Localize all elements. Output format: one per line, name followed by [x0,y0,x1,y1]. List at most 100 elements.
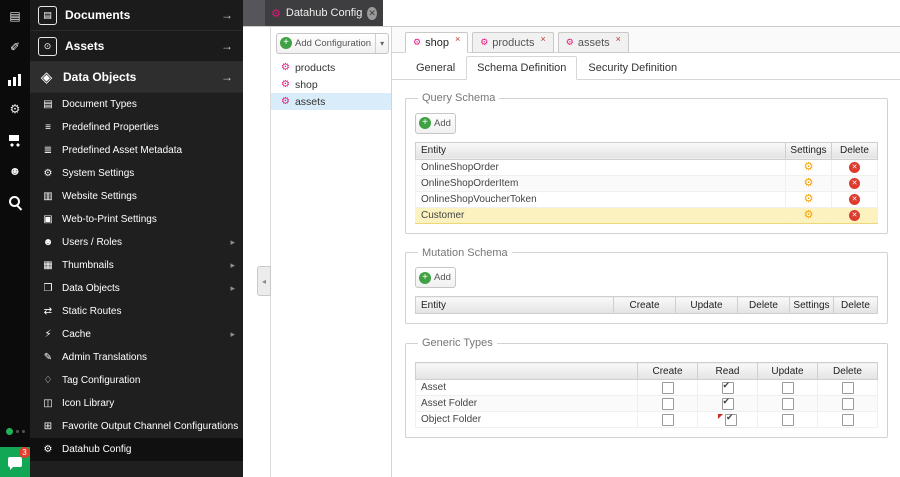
column-header-delete[interactable]: Delete [737,296,790,314]
tab-assets[interactable]: ⚙ assets × [557,32,629,53]
column-header-create[interactable]: Create [637,362,698,380]
column-header-delete[interactable]: Delete [831,141,878,160]
delete-icon[interactable]: ✕ [849,210,860,221]
delete-icon[interactable]: ✕ [849,194,860,205]
add-configuration-button[interactable]: + Add Configuration ▾ [276,32,390,54]
chat-button[interactable]: 3 [0,447,30,477]
users-roles-icon: ☻ [42,237,54,248]
subtab-general[interactable]: General [405,56,467,80]
update-checkbox[interactable] [781,413,794,426]
table-row[interactable]: Object Folder [415,411,878,428]
close-icon[interactable]: ✕ [367,6,377,20]
panel-collapse-handle[interactable]: ◂ [257,266,271,296]
sidebar-section-documents[interactable]: ▤ Documents → [30,0,243,31]
subtab-security-definition[interactable]: Security Definition [577,56,689,80]
column-header-settings[interactable]: Settings [785,141,832,160]
close-icon[interactable]: × [616,34,621,44]
table-row[interactable]: Customer ⚙ ✕ [415,206,878,224]
documents-icon[interactable]: ▤ [7,8,23,24]
sidebar-section-assets[interactable]: ⊙ Assets → [30,31,243,62]
sidebar-item-tag-configuration[interactable]: ♢ Tag Configuration [30,369,243,392]
sidebar-item-static-routes[interactable]: ⇄ Static Routes [30,300,243,323]
delete-icon[interactable]: ✕ [849,162,860,173]
tab-shop[interactable]: ⚙ shop × [405,32,469,53]
chevron-right-icon: ▸ [230,237,235,247]
menu-item-label: Document Types [62,99,137,110]
sidebar-item-datahub-config[interactable]: ⚙ Datahub Config [30,438,243,461]
workspace-tab-datahub-config[interactable]: ⚙ Datahub Config ✕ [265,0,383,26]
tab-label: products [492,36,535,49]
sidebar-item-cache[interactable]: ⚡ Cache ▸ [30,323,243,346]
favorites-grid-icon: ⊞ [43,421,53,432]
settings-gear-icon[interactable]: ⚙ [804,161,814,173]
create-checkbox[interactable] [661,397,674,410]
settings-gear-icon[interactable]: ⚙ [804,209,814,221]
column-header-delete[interactable]: Delete [833,296,878,314]
tree-item-shop[interactable]: ⚙ shop [271,76,391,93]
table-row[interactable]: OnlineShopOrderItem ⚙ ✕ [415,175,878,192]
column-header-entity[interactable]: Entity [415,296,614,314]
editor-content: Query Schema + Add Entity Settings Delete … [392,80,900,477]
update-checkbox[interactable] [781,397,794,410]
column-header-blank[interactable] [415,362,638,380]
data-objects-box-icon: ◈ [40,69,53,86]
subtab-schema-definition[interactable]: Schema Definition [466,56,578,80]
create-checkbox[interactable] [661,413,674,426]
plus-icon: + [280,37,292,49]
close-icon[interactable]: × [455,34,460,44]
settings-gear-icon[interactable]: ⚙ [804,177,814,189]
sidebar-section-data-objects[interactable]: ◈ Data Objects → [30,62,243,93]
query-schema-add-button[interactable]: + Add [415,112,456,134]
update-checkbox[interactable] [781,381,794,394]
delete-checkbox[interactable] [841,381,854,394]
generic-types-fieldset: Generic Types Create Read Update Delete Ass… [405,337,888,438]
tab-products[interactable]: ⚙ products × [472,32,554,53]
table-row[interactable]: Asset Folder [415,395,878,412]
delete-checkbox[interactable] [841,413,854,426]
delete-icon[interactable]: ✕ [849,178,860,189]
tree-item-products[interactable]: ⚙ products [271,59,391,76]
tree-items: ⚙ products ⚙ shop ⚙ assets [271,59,391,110]
search-icon[interactable] [7,194,23,210]
column-header-update[interactable]: Update [675,296,738,314]
sidebar-item-favorite-output-channel-configurations[interactable]: ⊞ Favorite Output Channel Configurations [30,415,243,438]
ecommerce-icon[interactable] [7,132,23,148]
tree-toolbar: + Add Configuration ▾ [271,27,391,59]
mutation-schema-add-button[interactable]: + Add [415,267,456,288]
column-header-create[interactable]: Create [613,296,676,314]
create-checkbox[interactable] [661,381,674,394]
reports-icon[interactable] [7,70,23,86]
sidebar-item-users-roles[interactable]: ☻ Users / Roles ▸ [30,231,243,254]
sidebar-item-admin-translations[interactable]: ✎ Admin Translations [30,346,243,369]
close-icon[interactable]: × [540,34,545,44]
column-header-update[interactable]: Update [757,362,818,380]
sidebar-item-icon-library[interactable]: ◫ Icon Library [30,392,243,415]
table-row[interactable]: Asset [415,379,878,396]
settings-icon[interactable]: ⚙ [7,101,23,117]
plus-icon: + [419,271,431,284]
table-row[interactable]: OnlineShopOrder ⚙ ✕ [415,159,878,176]
delete-checkbox[interactable] [841,397,854,410]
settings-gear-icon[interactable]: ⚙ [804,193,814,205]
chevron-down-icon[interactable]: ▾ [376,39,388,48]
entity-cell: OnlineShopOrder [415,159,786,176]
sidebar-item-document-types[interactable]: ▤ Document Types [30,93,243,116]
sidebar-item-thumbnails[interactable]: ▦ Thumbnails ▸ [30,254,243,277]
sidebar-item-predefined-properties[interactable]: ≡ Predefined Properties [30,116,243,139]
column-header-settings[interactable]: Settings [789,296,834,314]
sidebar-item-system-settings[interactable]: ⚙ System Settings [30,162,243,185]
read-checkbox[interactable] [725,412,737,426]
sidebar-item-predefined-asset-metadata[interactable]: ≣ Predefined Asset Metadata [30,139,243,162]
tools-icon[interactable]: ✐ [7,39,23,55]
table-row[interactable]: OnlineShopVoucherToken ⚙ ✕ [415,191,878,208]
column-header-delete[interactable]: Delete [817,362,878,380]
read-checkbox[interactable] [721,396,734,410]
column-header-read[interactable]: Read [697,362,758,380]
column-header-entity[interactable]: Entity [415,141,786,160]
sidebar-item-website-settings[interactable]: ▥ Website Settings [30,185,243,208]
users-icon[interactable]: ☻ [7,163,23,179]
tree-item-assets[interactable]: ⚙ assets [271,93,391,110]
sidebar-item-web-to-print-settings[interactable]: ▣ Web-to-Print Settings [30,208,243,231]
sidebar-item-data-objects[interactable]: ❒ Data Objects ▸ [30,277,243,300]
read-checkbox[interactable] [721,380,734,394]
